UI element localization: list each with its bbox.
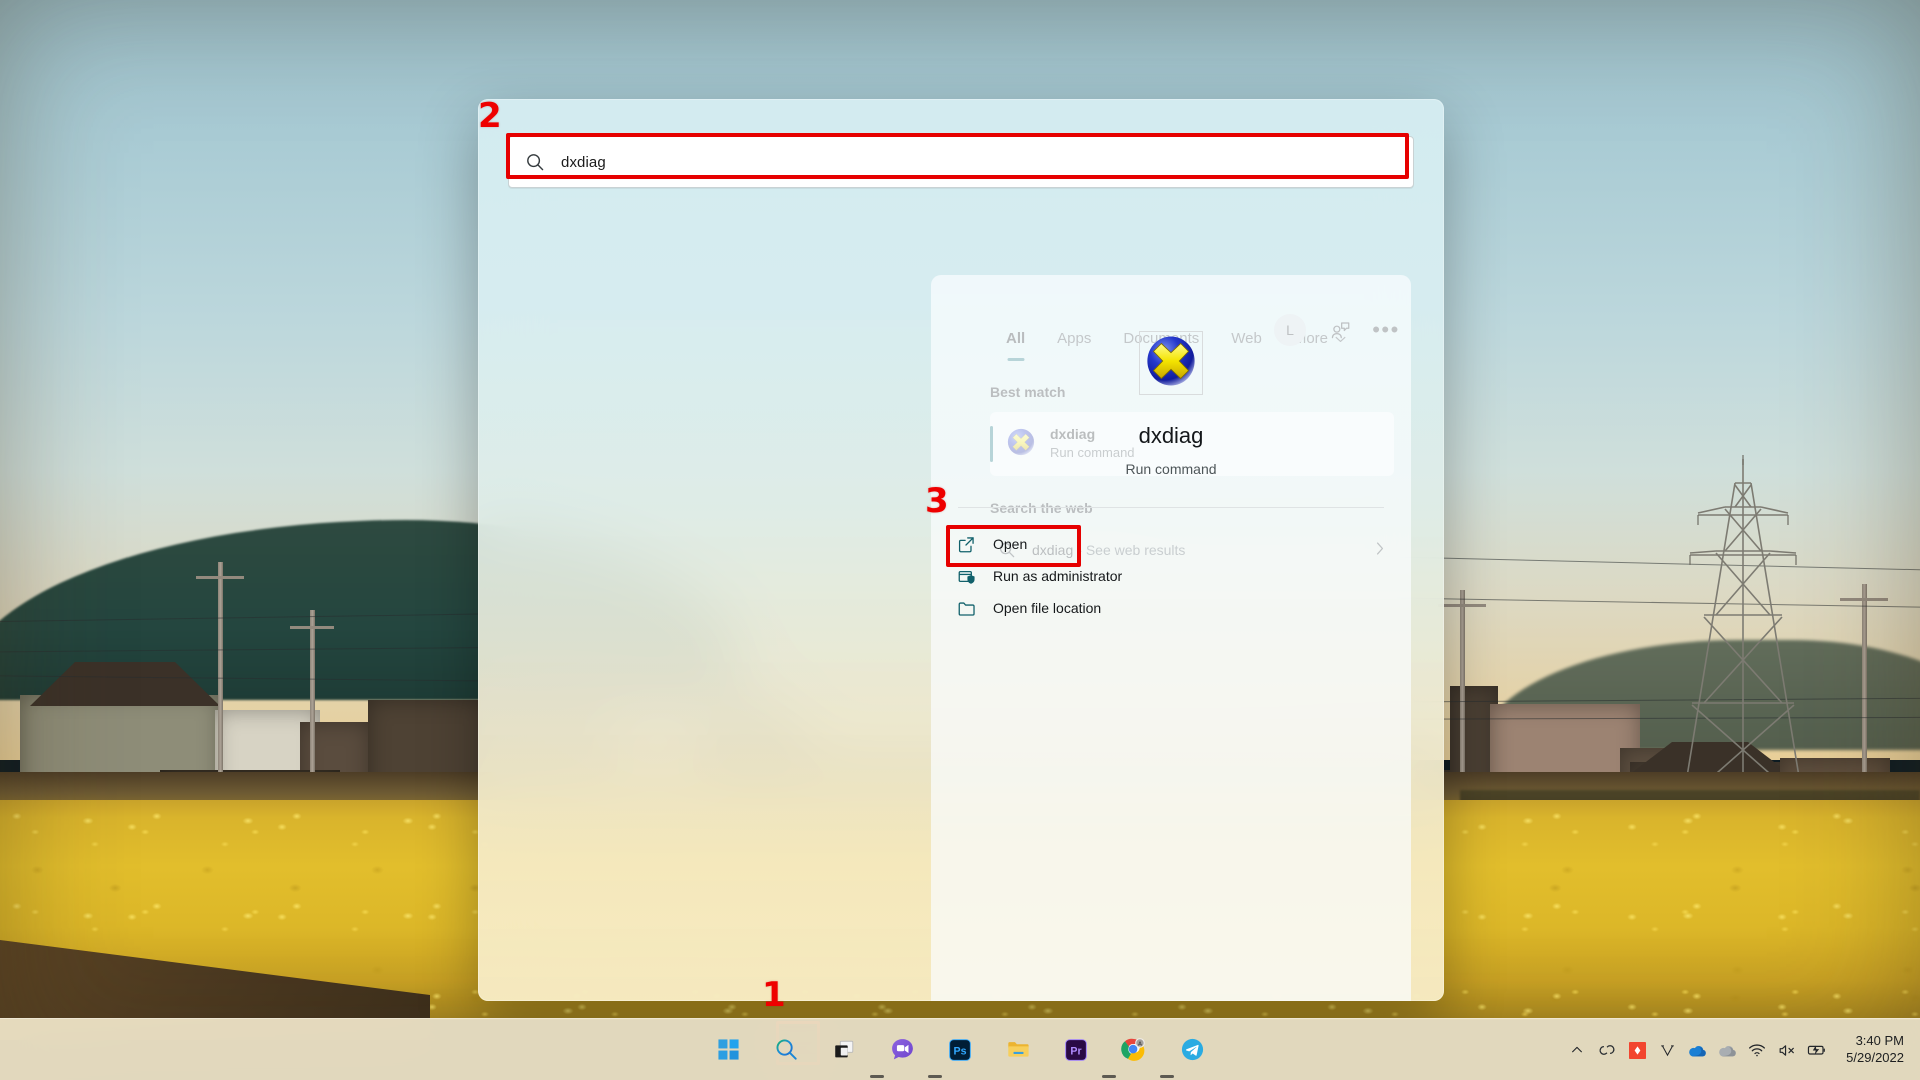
open-external-icon	[955, 533, 977, 555]
adobe-creative-cloud-icon[interactable]	[1592, 1035, 1622, 1065]
action-run-as-administrator-label: Run as administrator	[993, 568, 1123, 584]
preview-app-name: dxdiag	[1138, 423, 1204, 448]
taskbar-chat-button[interactable]	[880, 1028, 924, 1072]
svg-text:A: A	[1138, 1041, 1142, 1047]
svg-text:Pr: Pr	[1070, 1045, 1081, 1057]
wallpaper-transmission-tower	[1680, 455, 1806, 805]
action-open-file-location-label: Open file location	[993, 600, 1102, 616]
taskbar-start-button[interactable]	[706, 1028, 750, 1072]
annotation-number-2: 2	[478, 96, 502, 136]
taskbar: Ps Pr A 3:40 PM 5/29/2022	[0, 1018, 1920, 1080]
running-indicator-chrome	[1102, 1075, 1116, 1078]
action-open[interactable]: Open	[955, 527, 1387, 561]
preview-app-icon-frame	[1139, 331, 1203, 395]
annotation-number-3: 3	[925, 481, 949, 521]
taskbar-chrome-button[interactable]: A	[1112, 1028, 1156, 1072]
annotation-number-1: 1	[762, 975, 786, 1015]
taskbar-task-view-button[interactable]	[822, 1028, 866, 1072]
taskbar-premiere-pro-button[interactable]: Pr	[1054, 1028, 1098, 1072]
action-open-file-location[interactable]: Open file location	[955, 591, 1387, 625]
dxdiag-icon	[1143, 333, 1199, 394]
show-hidden-icons-icon[interactable]	[1562, 1035, 1592, 1065]
taskbar-photoshop-button[interactable]: Ps	[938, 1028, 982, 1072]
battery-charging-icon[interactable]	[1802, 1035, 1832, 1065]
shield-admin-icon	[955, 565, 977, 587]
wifi-icon[interactable]	[1742, 1035, 1772, 1065]
red-badge-icon[interactable]	[1622, 1035, 1652, 1065]
action-open-label: Open	[993, 536, 1028, 552]
volume-muted-icon[interactable]	[1772, 1035, 1802, 1065]
taskbar-file-explorer-button[interactable]	[996, 1028, 1040, 1072]
svg-text:Ps: Ps	[954, 1045, 967, 1057]
taskbar-search-button[interactable]	[764, 1028, 808, 1072]
search-input[interactable]: dxdiag	[508, 136, 1414, 188]
running-indicator-photoshop	[928, 1075, 942, 1078]
search-input-wrapper[interactable]: dxdiag	[508, 136, 1414, 188]
action-run-as-administrator[interactable]: Run as administrator	[955, 559, 1387, 593]
preview-divider	[958, 507, 1384, 508]
taskbar-telegram-button[interactable]	[1170, 1028, 1214, 1072]
taskbar-buttons: Ps Pr A	[706, 1019, 1214, 1080]
onedrive-business-icon[interactable]	[1712, 1035, 1742, 1065]
taskbar-time: 3:40 PM	[1855, 1033, 1904, 1049]
search-icon	[525, 152, 545, 172]
app-preview-panel: dxdiag Run command Open Run as administr…	[931, 275, 1411, 1001]
onedrive-personal-icon[interactable]	[1682, 1035, 1712, 1065]
taskbar-clock[interactable]: 3:40 PM 5/29/2022	[1846, 1033, 1904, 1066]
v-app-icon[interactable]	[1652, 1035, 1682, 1065]
search-flyout-panel: dxdiag All Apps Documents Web More L	[478, 99, 1444, 1001]
taskbar-date: 5/29/2022	[1846, 1050, 1904, 1065]
preview-app-subtitle: Run command	[1125, 461, 1217, 477]
running-indicator-chat	[870, 1075, 884, 1078]
folder-icon	[955, 597, 977, 619]
system-tray: 3:40 PM 5/29/2022	[1562, 1019, 1904, 1080]
search-input-value: dxdiag	[561, 153, 606, 171]
running-indicator-telegram	[1160, 1075, 1174, 1078]
